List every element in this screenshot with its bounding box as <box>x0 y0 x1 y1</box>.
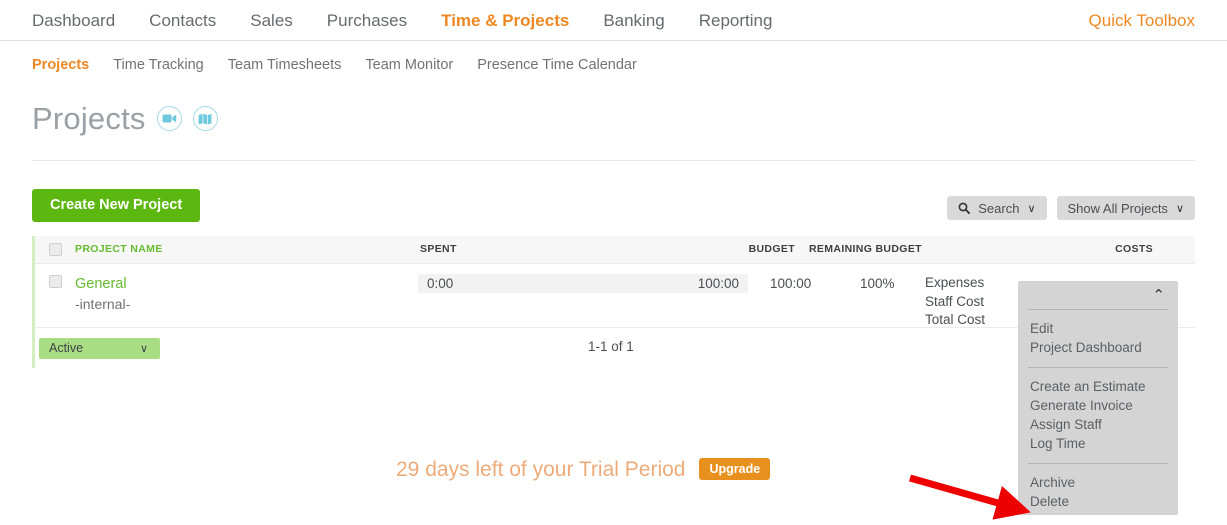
subnav-item-presence-time-calendar[interactable]: Presence Time Calendar <box>477 58 637 73</box>
cost-item-expenses: Expenses <box>925 275 985 290</box>
dropdown-group-general: Edit Project Dashboard <box>1018 310 1178 367</box>
menu-item-create-an-estimate[interactable]: Create an Estimate <box>1030 377 1178 396</box>
menu-item-assign-staff[interactable]: Assign Staff <box>1030 415 1178 434</box>
trial-message: 29 days left of your Trial Period <box>396 457 686 481</box>
topnav-item-banking[interactable]: Banking <box>603 12 664 29</box>
menu-item-archive[interactable]: Archive <box>1030 473 1178 492</box>
remaining-percent-value: 100% <box>860 276 895 291</box>
select-all-checkbox[interactable] <box>48 243 62 256</box>
budget-value: 100:00 <box>697 276 739 291</box>
select-all-cell <box>35 243 75 256</box>
cost-item-staff-cost: Staff Cost <box>925 293 985 309</box>
topnav-item-contacts[interactable]: Contacts <box>149 12 216 29</box>
remaining-budget-value: 100:00 <box>770 276 812 291</box>
costs-cell: Expenses Staff Cost Total Cost <box>925 274 985 330</box>
chevron-down-icon: ∨ <box>1027 202 1036 215</box>
map-icon[interactable] <box>192 106 218 131</box>
menu-item-edit[interactable]: Edit <box>1030 319 1178 338</box>
project-subtitle: -internal- <box>75 295 131 312</box>
menu-item-generate-invoice[interactable]: Generate Invoice <box>1030 396 1178 415</box>
project-name-link[interactable]: General <box>75 275 130 295</box>
row-actions-dropdown: ⌃ Edit Project Dashboard Create an Estim… <box>1018 281 1178 515</box>
show-all-projects-filter[interactable]: Show All Projects ∨ <box>1056 196 1195 220</box>
row-checkbox[interactable] <box>48 275 62 288</box>
column-header-budget[interactable]: BUDGET <box>660 244 795 255</box>
spent-budget-progress-bar: 0:00 100:00 <box>418 274 748 293</box>
status-filter-dropdown[interactable]: Active ∨ <box>39 337 160 359</box>
column-header-remaining-budget[interactable]: REMAINING BUDGET <box>795 244 925 255</box>
chevron-down-icon: ∨ <box>1175 202 1184 215</box>
search-icon <box>958 202 971 214</box>
menu-item-log-time[interactable]: Log Time <box>1030 434 1178 453</box>
dropdown-group-destructive: Archive Delete <box>1018 464 1178 521</box>
sub-navigation-bar: Projects Time Tracking Team Timesheets T… <box>32 52 661 78</box>
topnav-item-reporting[interactable]: Reporting <box>699 12 773 29</box>
column-header-spent[interactable]: SPENT <box>420 244 660 255</box>
topnav-item-time-and-projects[interactable]: Time & Projects <box>441 12 569 29</box>
table-controls: Search ∨ Show All Projects ∨ <box>947 196 1195 220</box>
search-button[interactable]: Search ∨ <box>947 196 1047 220</box>
trial-banner: 29 days left of your Trial Period Upgrad… <box>396 457 771 481</box>
table-header-row: PROJECT NAME SPENT BUDGET REMAINING BUDG… <box>35 236 1195 264</box>
filter-label: Show All Projects <box>1067 200 1168 216</box>
topnav-item-dashboard[interactable]: Dashboard <box>32 12 115 29</box>
subnav-item-time-tracking[interactable]: Time Tracking <box>113 58 204 73</box>
dropdown-group-actions: Create an Estimate Generate Invoice Assi… <box>1018 368 1178 463</box>
page-title: Projects <box>32 101 146 136</box>
topnav-item-purchases[interactable]: Purchases <box>327 12 407 29</box>
top-navigation-bar: Dashboard Contacts Sales Purchases Time … <box>0 0 1227 41</box>
column-header-costs[interactable]: COSTS <box>987 244 1195 255</box>
topnav-item-sales[interactable]: Sales <box>250 12 293 29</box>
chevron-up-icon[interactable]: ⌃ <box>1152 288 1165 303</box>
page-title-row: Projects <box>32 103 218 134</box>
projects-page: Dashboard Contacts Sales Purchases Time … <box>0 0 1227 525</box>
menu-item-project-dashboard[interactable]: Project Dashboard <box>1030 338 1178 357</box>
spent-value: 0:00 <box>427 276 454 291</box>
subnav-item-projects[interactable]: Projects <box>32 58 89 73</box>
upgrade-button[interactable]: Upgrade <box>699 458 771 480</box>
title-divider <box>32 160 1195 161</box>
search-button-label: Search <box>978 200 1020 216</box>
row-select-cell <box>35 275 75 288</box>
project-name-cell: General -internal- <box>75 275 130 313</box>
pagination-info: 1-1 of 1 <box>588 339 634 354</box>
subnav-item-team-monitor[interactable]: Team Monitor <box>365 58 453 73</box>
menu-item-delete[interactable]: Delete <box>1030 492 1178 511</box>
chevron-down-icon: ∨ <box>139 342 148 355</box>
column-header-project-name[interactable]: PROJECT NAME <box>75 244 420 255</box>
quick-toolbox-link[interactable]: Quick Toolbox <box>1089 12 1195 29</box>
subnav-item-team-timesheets[interactable]: Team Timesheets <box>228 58 342 73</box>
video-camera-icon[interactable] <box>156 106 182 131</box>
create-new-project-button[interactable]: Create New Project <box>32 189 201 222</box>
status-filter-label: Active <box>49 341 84 355</box>
